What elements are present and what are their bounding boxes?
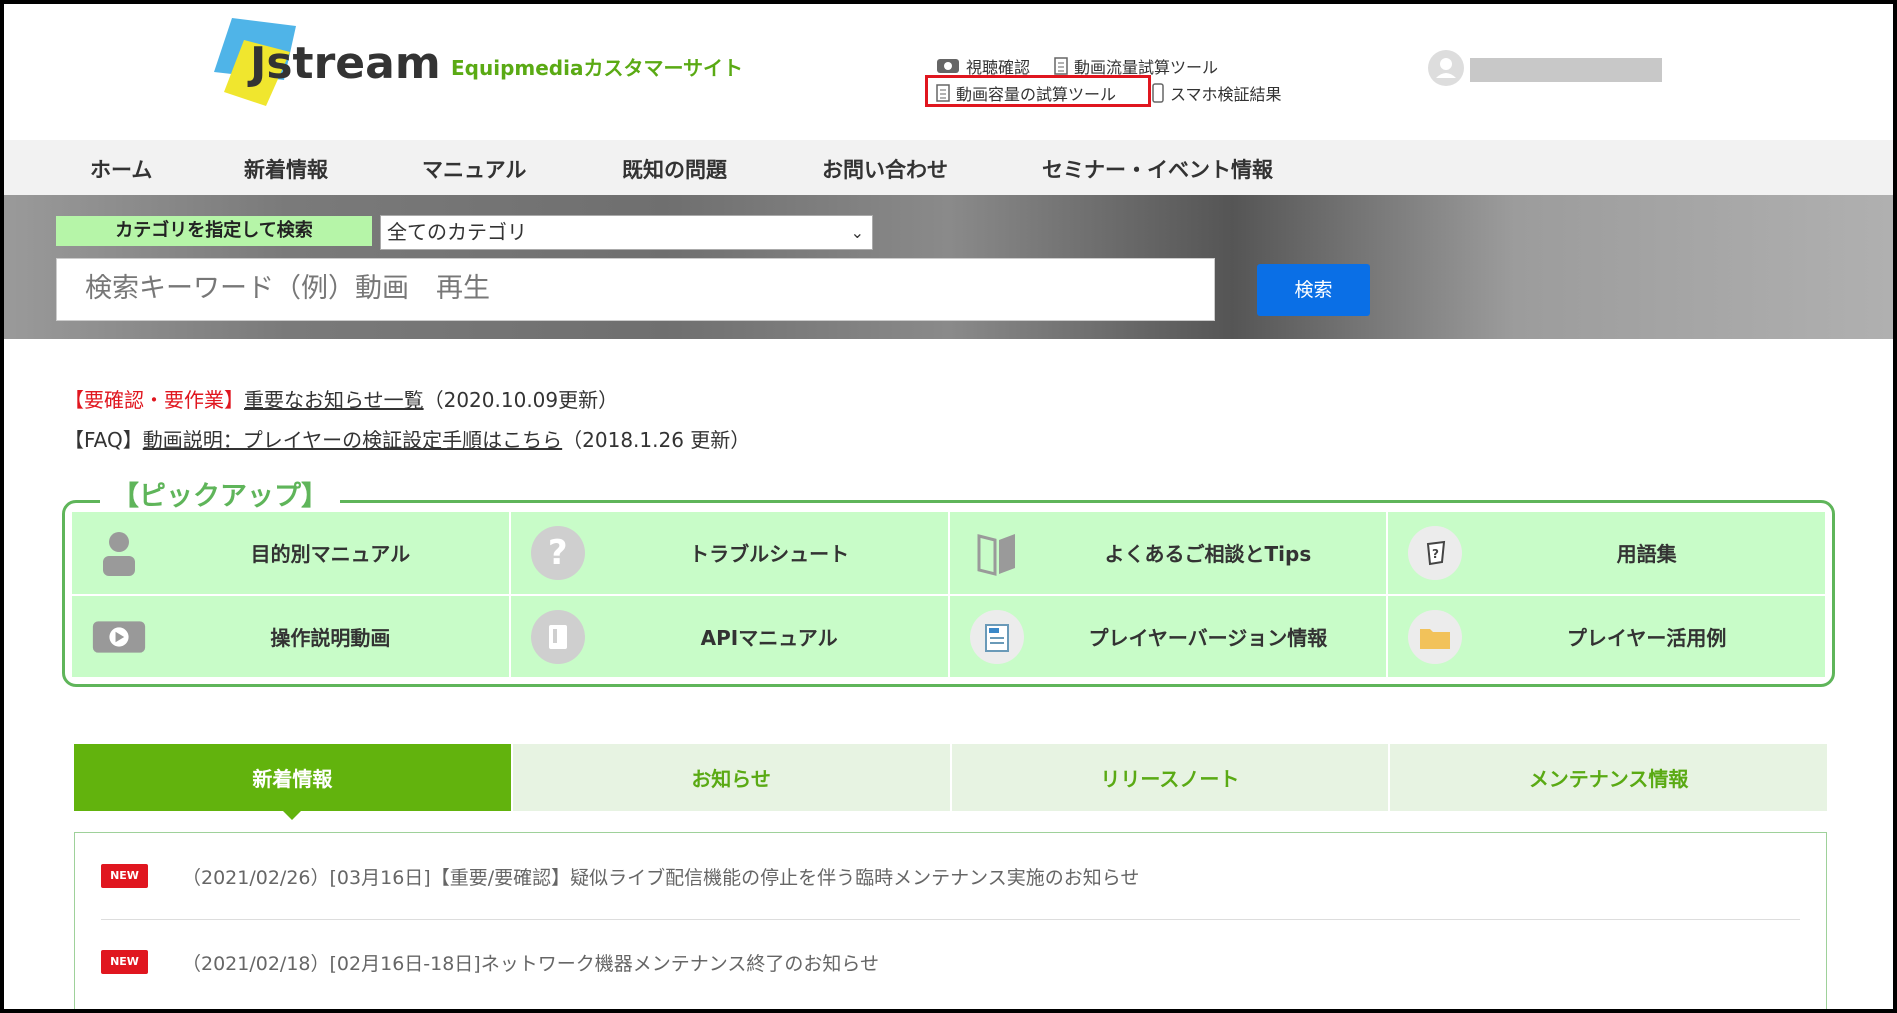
notice-important: 【要確認・要作業】重要なお知らせ一覧（2020.10.09更新）	[64, 388, 619, 412]
page: Jstream Equipmediaカスタマーサイト 視聴確認 動画流量試算ツー…	[4, 4, 1893, 1009]
nav-home[interactable]: ホーム	[90, 154, 152, 184]
svg-text:Jstream: Jstream	[247, 38, 441, 89]
book-icon	[970, 526, 1024, 580]
category-label: カテゴリを指定して検索	[56, 216, 372, 246]
pickup-glossary[interactable]: ? 用語集	[1388, 512, 1825, 594]
folder-icon	[1408, 609, 1463, 664]
new-badge: NEW	[101, 864, 148, 888]
pickup-player-usecases[interactable]: プレイヤー活用例	[1388, 595, 1825, 677]
person-icon	[92, 526, 146, 580]
nav-manual[interactable]: マニュアル	[422, 154, 526, 184]
chevron-down-icon: ⌄	[850, 223, 864, 242]
nav-seminar[interactable]: セミナー・イベント情報	[1042, 154, 1273, 184]
svg-text:?: ?	[1432, 547, 1439, 561]
pickup-purpose-manual[interactable]: 目的別マニュアル	[72, 512, 509, 594]
question-icon: ?	[530, 526, 585, 580]
highlight-box	[925, 75, 1151, 107]
nav-news[interactable]: 新着情報	[244, 154, 328, 184]
document-icon	[530, 609, 585, 664]
pickup-troubleshoot[interactable]: ? トラブルシュート	[510, 512, 948, 594]
main-nav: ホーム 新着情報 マニュアル 既知の問題 お問い合わせ セミナー・イベント情報	[4, 140, 1893, 195]
news-icon	[969, 609, 1024, 664]
dictionary-icon: ?	[1408, 526, 1463, 580]
calculator-icon	[1054, 57, 1068, 75]
video-icon	[92, 610, 146, 664]
news-tabs: 新着情報 お知らせ リリースノート メンテナンス情報	[74, 744, 1827, 820]
search-button[interactable]: 検索	[1257, 264, 1370, 316]
category-select[interactable]: 全てのカテゴリ ⌄	[380, 215, 873, 250]
avatar[interactable]	[1428, 50, 1464, 86]
play-icon	[937, 59, 959, 73]
faq-player-link[interactable]: 動画説明：プレイヤーの検証設定手順はこちら	[143, 428, 562, 452]
new-badge: NEW	[101, 950, 148, 974]
nav-contact[interactable]: お問い合わせ	[822, 154, 948, 184]
smartphone-results-link[interactable]: スマホ検証結果	[1152, 81, 1282, 105]
news-list: NEW （2021/02/26）[03月16日]【重要/要確認】疑似ライブ配信機…	[74, 832, 1827, 1009]
news-title[interactable]: （2021/02/26）[03月16日]【重要/要確認】疑似ライブ配信機能の停止…	[182, 863, 1139, 890]
tab-release-notes[interactable]: リリースノート	[951, 744, 1389, 811]
smartphone-icon	[1152, 83, 1164, 103]
pickup-grid: 目的別マニュアル ? トラブルシュート よくあるご相談とTips ? 用語集 操…	[72, 512, 1825, 677]
tab-maintenance[interactable]: メンテナンス情報	[1390, 744, 1827, 811]
pickup-tips[interactable]: よくあるご相談とTips	[949, 512, 1387, 594]
user-icon	[1436, 58, 1456, 78]
tab-new-info[interactable]: 新着情報	[74, 744, 511, 820]
list-item[interactable]: NEW （2021/02/26）[03月16日]【重要/要確認】疑似ライブ配信機…	[101, 833, 1800, 920]
search-band: カテゴリを指定して検索 全てのカテゴリ ⌄ 検索キーワード（例）動画 再生 検索	[4, 195, 1893, 339]
list-item[interactable]: NEW （2021/02/18）[02月16日-18日]ネットワーク機器メンテナ…	[101, 919, 1800, 1005]
username-redacted	[1470, 58, 1662, 82]
pickup-video-guide[interactable]: 操作説明動画	[72, 595, 509, 677]
nav-known-issues[interactable]: 既知の問題	[622, 154, 727, 184]
search-input[interactable]: 検索キーワード（例）動画 再生	[56, 258, 1215, 321]
jstream-logo[interactable]: Jstream	[204, 16, 444, 111]
important-notices-link[interactable]: 重要なお知らせ一覧	[244, 388, 424, 412]
site-name: Equipmediaカスタマーサイト	[451, 56, 744, 80]
pickup-title: 【ピックアップ】	[100, 474, 340, 513]
pickup-api-manual[interactable]: APIマニュアル	[510, 595, 948, 677]
tab-announcements[interactable]: お知らせ	[512, 744, 950, 811]
news-title[interactable]: （2021/02/18）[02月16日-18日]ネットワーク機器メンテナンス終了…	[182, 949, 879, 976]
pickup-player-version[interactable]: プレイヤーバージョン情報	[949, 595, 1387, 677]
notice-faq: 【FAQ】動画説明：プレイヤーの検証設定手順はこちら（2018.1.26 更新）	[64, 428, 751, 452]
